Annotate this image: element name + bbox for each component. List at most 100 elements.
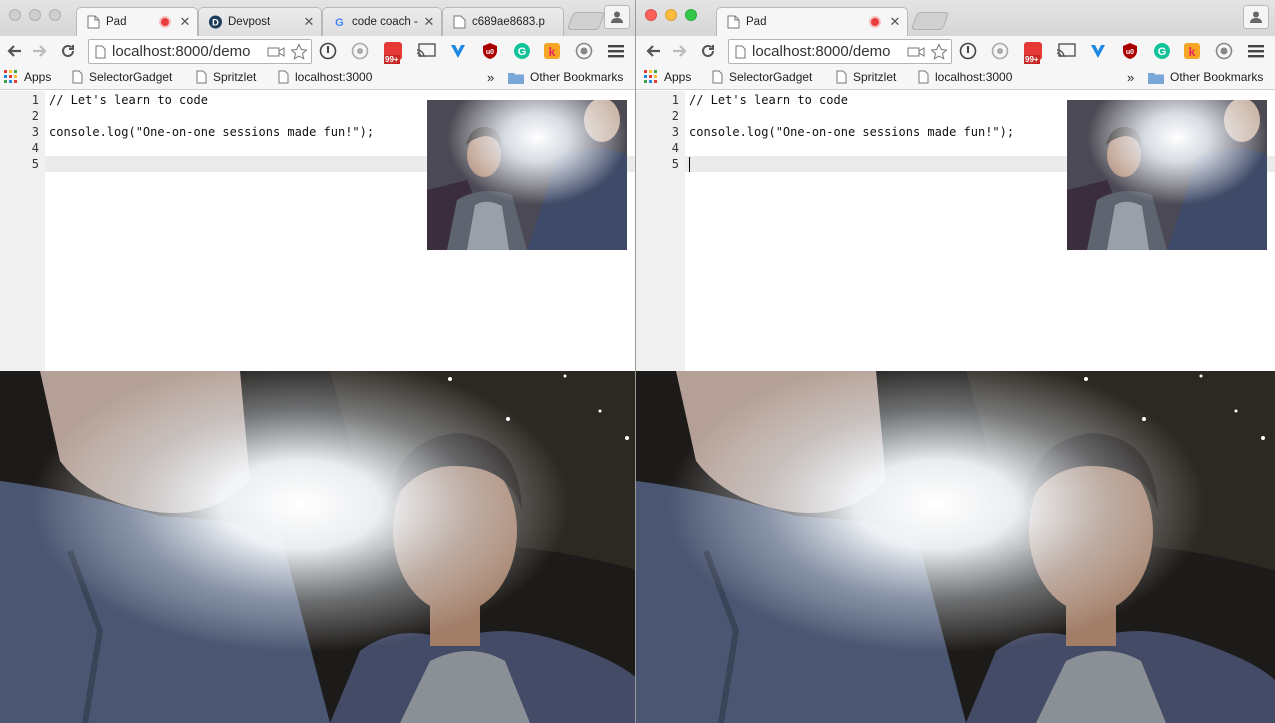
reload-icon (62, 44, 74, 57)
close-button[interactable] (9, 9, 21, 21)
line-number: 5 (31, 157, 39, 171)
extension-grammarly[interactable]: G (512, 41, 532, 61)
arrow-right-icon (33, 45, 47, 57)
tab-devpost[interactable]: D Devpost ✕ (198, 7, 322, 36)
reload-button[interactable] (56, 39, 80, 63)
bookmarks-bar: Apps SelectorGadget Spritzlet localhost:… (0, 66, 635, 90)
bookmark-selectorgadget[interactable]: SelectorGadget (72, 70, 172, 84)
svg-text:k: k (549, 45, 556, 59)
line-number: 2 (31, 109, 39, 123)
extension-1password[interactable] (318, 41, 338, 61)
bookmark-label: Spritzlet (853, 70, 897, 84)
svg-text:G: G (1158, 46, 1167, 58)
extension-badge[interactable]: 99+ (1022, 41, 1044, 64)
tab-strip: Pad ✕ D Devpost ✕ G code coach - ✕ c689a… (0, 0, 635, 36)
profile-button[interactable] (604, 5, 630, 29)
extension-record[interactable] (1214, 41, 1234, 61)
hamburger-menu-icon (608, 45, 624, 58)
zoom-button[interactable] (685, 9, 697, 21)
new-tab-button[interactable] (910, 12, 950, 30)
extension-record[interactable] (574, 41, 594, 61)
page-icon (95, 45, 106, 58)
extension-ublock[interactable]: u0 (1120, 41, 1140, 61)
other-bookmarks[interactable]: Other Bookmarks (508, 70, 623, 84)
reload-button[interactable] (696, 39, 720, 63)
camera-icon[interactable] (267, 46, 285, 58)
close-tab-icon[interactable]: ✕ (303, 14, 315, 30)
circle-icon (991, 42, 1009, 60)
minimize-button[interactable] (665, 9, 677, 21)
grammarly-icon: G (1154, 43, 1170, 59)
google-icon: G (335, 17, 344, 29)
badge-icon: 99+ (384, 42, 402, 64)
extension-circle[interactable] (990, 41, 1010, 61)
local-video-thumbnail (1067, 100, 1267, 250)
bookmarks-overflow-button[interactable]: » (487, 70, 494, 85)
menu-button[interactable] (606, 41, 626, 61)
extension-k[interactable]: k (1182, 41, 1202, 61)
bookmark-spritzlet[interactable]: Spritzlet (196, 70, 256, 84)
extension-ublock[interactable]: u0 (480, 41, 500, 61)
toolbar: localhost:8000/demo 99+ u0 G k (0, 36, 635, 66)
address-bar[interactable]: localhost:8000/demo (728, 39, 952, 64)
star-icon[interactable] (930, 42, 948, 61)
cast-icon (1056, 43, 1076, 58)
minimize-button[interactable] (29, 9, 41, 21)
bookmark-apps[interactable]: Apps (644, 70, 691, 84)
close-tab-icon[interactable]: ✕ (889, 14, 901, 30)
reload-icon (702, 44, 714, 57)
menu-button[interactable] (1246, 41, 1266, 61)
bookmark-spritzlet[interactable]: Spritzlet (836, 70, 896, 84)
record-circle-icon (1215, 42, 1233, 60)
url-text: localhost:8000/demo (112, 43, 251, 60)
tab-image[interactable]: c689ae8683.p (442, 7, 564, 36)
profile-button[interactable] (1243, 5, 1269, 29)
bookmark-localhost[interactable]: localhost:3000 (278, 70, 372, 84)
recording-icon (869, 16, 881, 28)
address-bar[interactable]: localhost:8000/demo (88, 39, 312, 64)
bookmarks-bar: Apps SelectorGadget Spritzlet localhost:… (636, 66, 1275, 90)
extension-v[interactable] (1088, 41, 1108, 61)
line-number: 4 (671, 141, 679, 155)
page-icon (72, 70, 83, 84)
extension-circle[interactable] (350, 41, 370, 61)
bookmark-apps[interactable]: Apps (4, 70, 51, 84)
zoom-button[interactable] (49, 9, 61, 21)
bookmark-label: Other Bookmarks (1170, 70, 1264, 84)
line-number: 1 (31, 93, 39, 107)
new-tab-button[interactable] (566, 12, 606, 30)
extension-grammarly[interactable]: G (1152, 41, 1172, 61)
forward-button[interactable] (668, 39, 692, 63)
extension-v[interactable] (448, 41, 468, 61)
line-code: // Let's learn to code (49, 93, 208, 107)
bookmark-localhost[interactable]: localhost:3000 (918, 70, 1012, 84)
forward-button[interactable] (28, 39, 52, 63)
close-tab-icon[interactable]: ✕ (423, 14, 435, 30)
bookmarks-overflow-button[interactable]: » (1127, 70, 1134, 85)
extension-cast[interactable] (414, 41, 438, 61)
local-video-thumbnail (427, 100, 627, 250)
bookmark-label: localhost:3000 (295, 70, 373, 84)
info-circle-icon (959, 42, 977, 60)
extension-1password[interactable] (958, 41, 978, 61)
back-button[interactable] (2, 39, 26, 63)
back-button[interactable] (641, 39, 665, 63)
other-bookmarks[interactable]: Other Bookmarks (1148, 70, 1263, 84)
page-icon (87, 15, 100, 29)
close-button[interactable] (645, 9, 657, 21)
extension-k[interactable]: k (542, 41, 562, 61)
line-code: console.log("One-on-one sessions made fu… (689, 125, 1015, 139)
video-frame-image (636, 371, 1275, 723)
tab-pad[interactable]: Pad ✕ (76, 7, 198, 36)
star-icon[interactable] (290, 42, 308, 61)
record-circle-icon (575, 42, 593, 60)
bookmark-selectorgadget[interactable]: SelectorGadget (712, 70, 812, 84)
line-code: console.log("One-on-one sessions made fu… (49, 125, 375, 139)
tab-pad[interactable]: Pad ✕ (716, 7, 908, 36)
tab-code-coach[interactable]: G code coach - ✕ (322, 7, 442, 36)
devpost-icon: D (209, 15, 222, 29)
close-tab-icon[interactable]: ✕ (179, 14, 191, 30)
camera-icon[interactable] (907, 46, 925, 58)
extension-cast[interactable] (1054, 41, 1078, 61)
extension-badge[interactable]: 99+ (382, 41, 404, 64)
